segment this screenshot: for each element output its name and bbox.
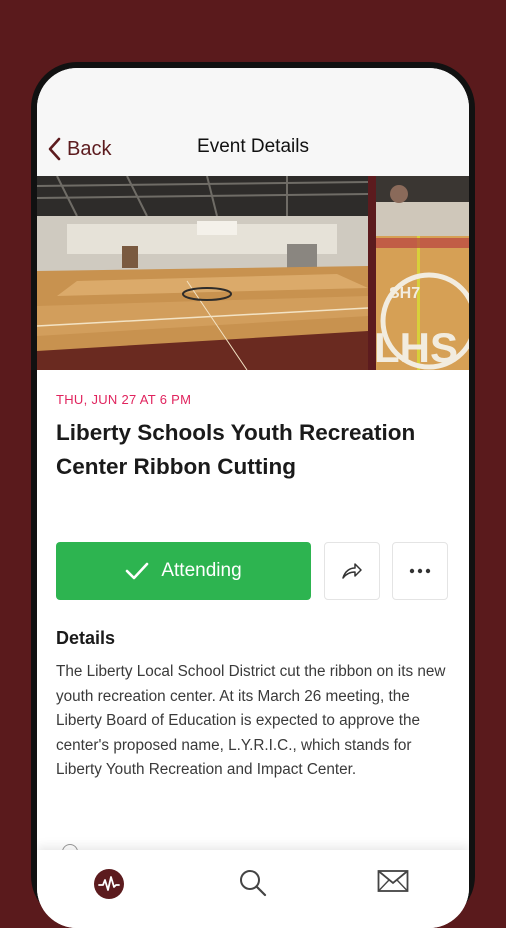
event-title: Liberty Schools Youth Recreation Center … [56, 420, 416, 479]
mail-icon [377, 870, 409, 892]
logo-text-top: SH7 [389, 285, 420, 302]
tab-search[interactable] [233, 868, 273, 904]
app-screen: Back Event Details SH7 LHS THU, JUN 27 A… [37, 68, 469, 928]
more-options-button[interactable] [392, 542, 448, 600]
details-heading: Details [56, 628, 116, 648]
status-area [37, 68, 469, 124]
logo-text-bottom: LHS [374, 324, 458, 370]
details-text: The Liberty Local School District cut th… [56, 663, 446, 778]
more-icon [409, 568, 431, 574]
navigation-bar: Back Event Details [37, 124, 469, 176]
tab-bar [37, 850, 469, 928]
event-date: THU, JUN 27 AT 6 PM [56, 392, 192, 407]
share-icon [342, 563, 362, 579]
checkmark-icon [126, 562, 149, 580]
activity-icon [94, 869, 124, 899]
tab-mail[interactable] [373, 868, 413, 904]
attending-button[interactable]: Attending [56, 542, 311, 600]
attending-label: Attending [161, 560, 242, 581]
event-image: SH7 LHS [37, 176, 469, 370]
share-button[interactable] [324, 542, 380, 600]
tab-activity[interactable] [89, 868, 129, 904]
page-title: Event Details [197, 136, 309, 157]
search-icon [240, 870, 267, 897]
